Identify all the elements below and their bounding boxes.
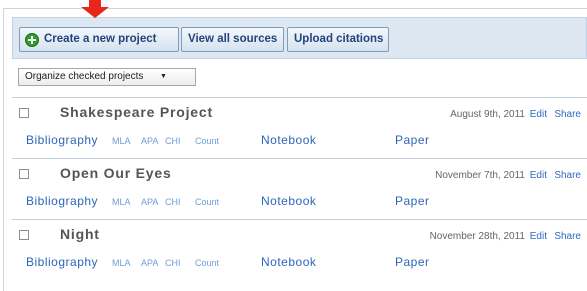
project-title: Night (60, 226, 100, 242)
toolbar: Create a new project View all sources Up… (12, 17, 587, 59)
create-project-button[interactable]: Create a new project (19, 27, 179, 52)
project-checkbox[interactable] (19, 169, 29, 179)
arrow-down-icon (81, 0, 109, 18)
divider (12, 158, 587, 159)
edit-link[interactable]: Edit (530, 231, 547, 242)
project-checkbox[interactable] (19, 230, 29, 240)
notebook-link[interactable]: Notebook (261, 255, 316, 269)
organize-select[interactable]: Organize checked projects ▼ (18, 68, 196, 86)
project-row: Open Our Eyes November 7th, 2011 Edit Sh… (12, 160, 587, 218)
count-link[interactable]: Count (195, 136, 219, 146)
divider (12, 97, 587, 98)
share-link[interactable]: Share (554, 170, 581, 181)
project-title: Open Our Eyes (60, 165, 172, 181)
project-checkbox[interactable] (19, 108, 29, 118)
upload-citations-label: Upload citations (294, 33, 384, 45)
share-link[interactable]: Share (554, 109, 581, 120)
apa-link[interactable]: APA (141, 197, 158, 207)
notebook-link[interactable]: Notebook (261, 133, 316, 147)
count-link[interactable]: Count (195, 197, 219, 207)
plus-circle-icon (25, 33, 39, 47)
count-link[interactable]: Count (195, 258, 219, 268)
share-link[interactable]: Share (554, 231, 581, 242)
divider (12, 219, 587, 220)
chi-link[interactable]: CHI (165, 197, 181, 207)
project-date: August 9th, 2011 (450, 109, 525, 120)
apa-link[interactable]: APA (141, 258, 158, 268)
caret-down-icon: ▼ (160, 73, 167, 80)
bibliography-link[interactable]: Bibliography (26, 194, 98, 208)
chi-link[interactable]: CHI (165, 136, 181, 146)
project-row: Night November 28th, 2011 Edit Share Bib… (12, 221, 587, 279)
mla-link[interactable]: MLA (112, 197, 131, 207)
project-row: Shakespeare Project August 9th, 2011 Edi… (12, 99, 587, 157)
organize-select-value: Organize checked projects (25, 71, 144, 82)
bibliography-link[interactable]: Bibliography (26, 255, 98, 269)
upload-citations-button[interactable]: Upload citations (287, 27, 389, 52)
paper-link[interactable]: Paper (395, 255, 430, 269)
paper-link[interactable]: Paper (395, 194, 430, 208)
create-project-label: Create a new project (44, 33, 157, 45)
view-all-sources-button[interactable]: View all sources (181, 27, 284, 52)
bibliography-link[interactable]: Bibliography (26, 133, 98, 147)
apa-link[interactable]: APA (141, 136, 158, 146)
mla-link[interactable]: MLA (112, 136, 131, 146)
project-date: November 28th, 2011 (429, 231, 525, 242)
notebook-link[interactable]: Notebook (261, 194, 316, 208)
mla-link[interactable]: MLA (112, 258, 131, 268)
edit-link[interactable]: Edit (530, 170, 547, 181)
paper-link[interactable]: Paper (395, 133, 430, 147)
project-date: November 7th, 2011 (435, 170, 525, 181)
project-title: Shakespeare Project (60, 104, 213, 120)
edit-link[interactable]: Edit (530, 109, 547, 120)
view-all-sources-label: View all sources (188, 33, 278, 45)
chi-link[interactable]: CHI (165, 258, 181, 268)
